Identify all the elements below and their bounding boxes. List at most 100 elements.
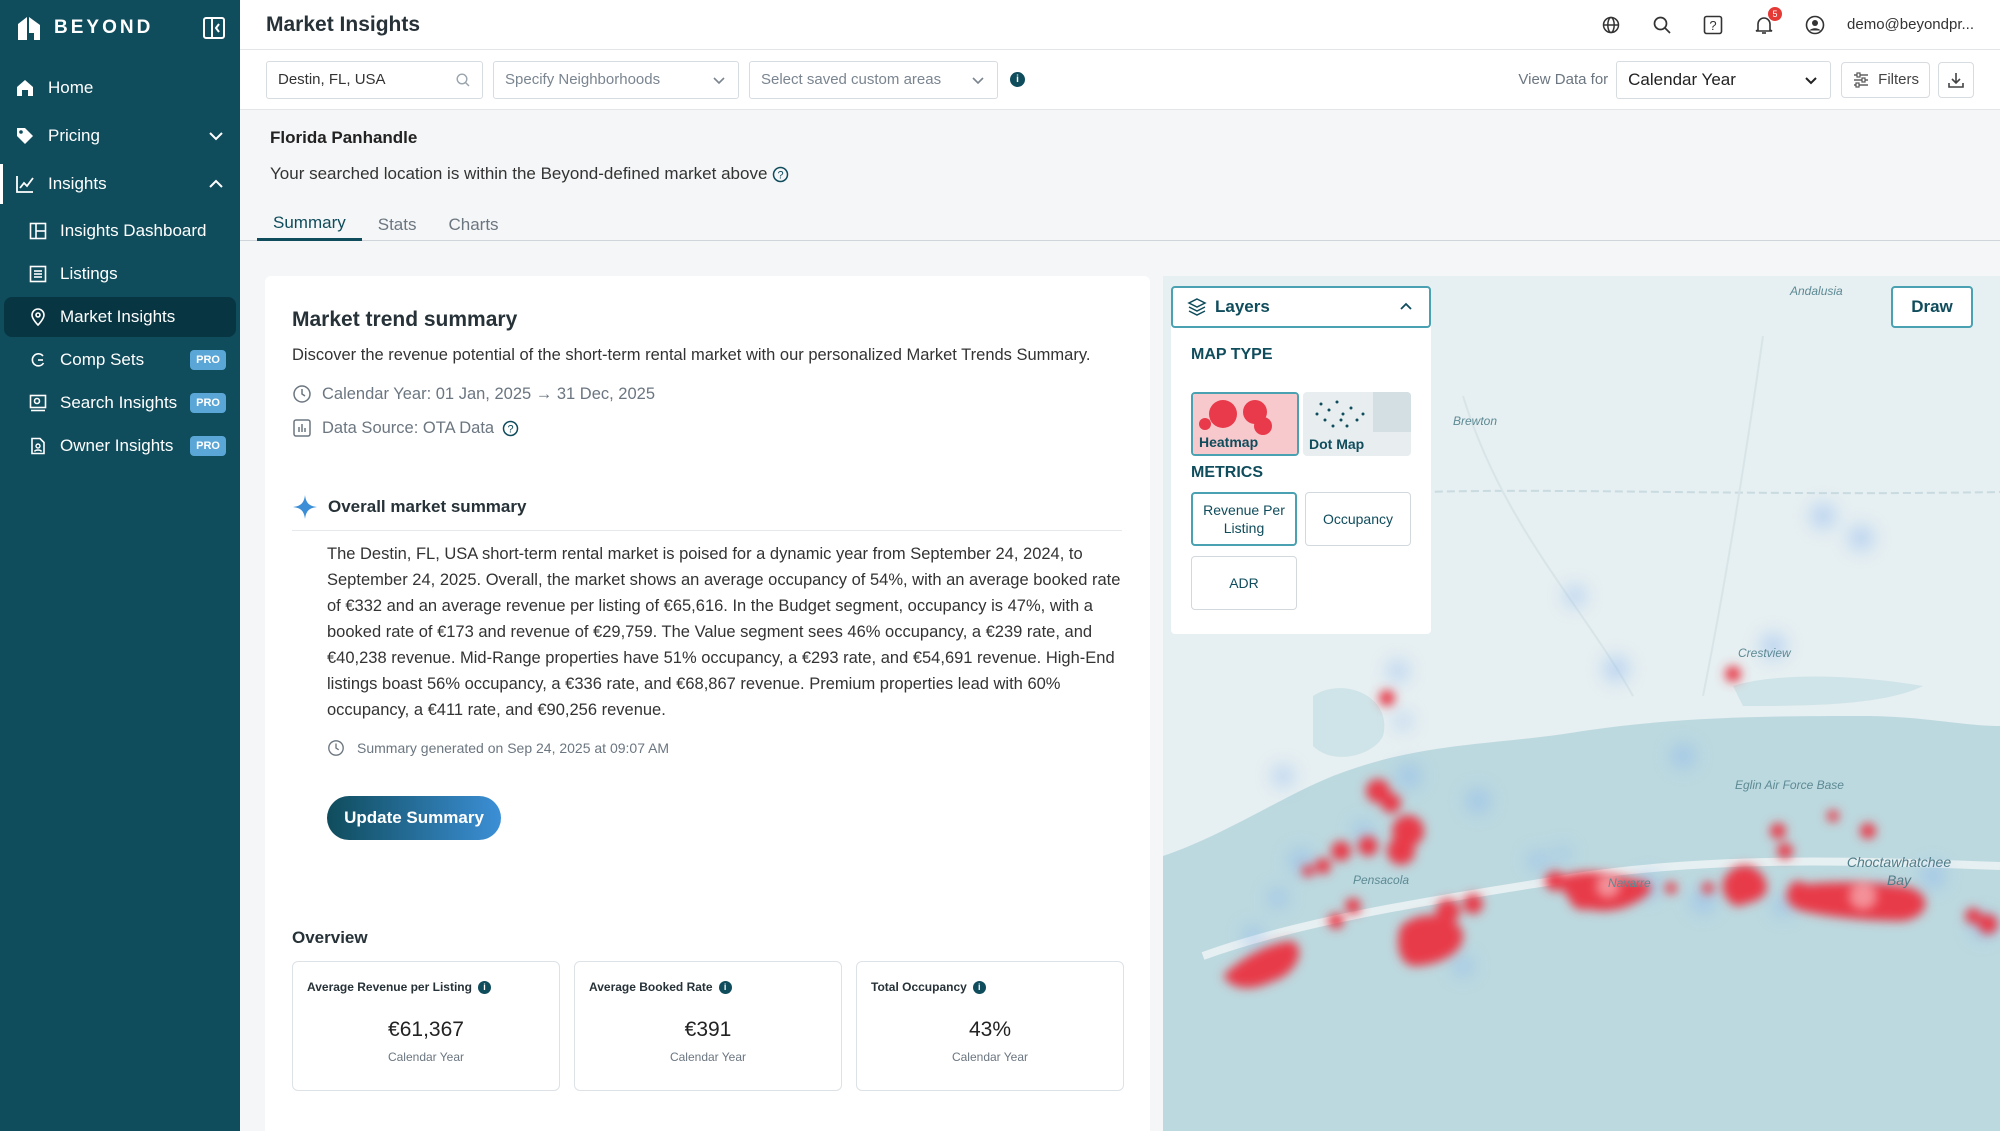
sidebar-item-listings[interactable]: Listings xyxy=(4,254,236,294)
search-insights-icon xyxy=(28,393,48,413)
chevron-down-icon xyxy=(972,76,984,84)
user-avatar-icon[interactable] xyxy=(1803,13,1827,37)
map-label-choctawhatchee-bay: Choctawhatchee Bay xyxy=(1846,854,1952,888)
market-header: Florida Panhandle Your searched location… xyxy=(270,128,789,184)
user-email[interactable]: demo@beyondpr... xyxy=(1847,16,1974,33)
market-name: Florida Panhandle xyxy=(270,128,418,147)
sidebar-item-market-insights[interactable]: Market Insights xyxy=(4,297,236,337)
search-icon[interactable] xyxy=(1650,13,1674,37)
view-data-label: View Data for xyxy=(1518,71,1609,88)
kpi-value: €391 xyxy=(684,1018,732,1041)
notification-count-badge: 5 xyxy=(1768,6,1783,21)
layers-label: Layers xyxy=(1215,297,1270,316)
sidebar-item-owner-insights[interactable]: Owner Insights PRO xyxy=(4,426,236,466)
tab-summary[interactable]: Summary xyxy=(257,208,362,241)
sidebar-item-insights-dashboard[interactable]: Insights Dashboard xyxy=(4,211,236,251)
sidebar-item-label: Search Insights xyxy=(60,393,178,412)
kpi-subtitle: Calendar Year xyxy=(387,1050,465,1064)
location-pin-icon xyxy=(28,307,48,327)
sidebar-item-label: Owner Insights xyxy=(60,436,174,455)
map-label-navarre: Navarre xyxy=(1608,876,1651,890)
sidebar-item-pricing[interactable]: Pricing xyxy=(0,112,240,160)
price-tag-icon xyxy=(14,125,36,147)
sidebar-item-search-insights[interactable]: Search Insights PRO xyxy=(4,383,236,423)
summary-generated-text: Summary generated on Sep 24, 2025 at 09:… xyxy=(357,740,670,756)
neighborhoods-placeholder: Specify Neighborhoods xyxy=(505,71,661,88)
period-select[interactable]: Calendar Year xyxy=(1616,60,1832,99)
map-type-label: MAP TYPE xyxy=(1191,346,1273,363)
sidebar-item-label: Listings xyxy=(60,264,118,283)
chevron-down-icon xyxy=(209,132,223,141)
svg-text:?: ? xyxy=(1709,18,1716,33)
location-value: Destin, FL, USA xyxy=(278,71,386,88)
notification-bell-icon[interactable]: 5 xyxy=(1752,6,1783,37)
sidebar-item-label: Pricing xyxy=(48,126,100,145)
question-circle-icon[interactable]: ? xyxy=(772,166,789,183)
tab-bar: Summary Stats Charts xyxy=(240,208,2000,241)
tab-stats[interactable]: Stats xyxy=(362,208,433,241)
kpi-value: €61,367 xyxy=(388,1018,464,1041)
location-search-input[interactable]: Destin, FL, USA xyxy=(266,60,483,99)
collapse-sidebar-icon[interactable] xyxy=(202,16,226,40)
market-note: Your searched location is within the Bey… xyxy=(270,164,789,184)
filters-label: Filters xyxy=(1878,71,1919,88)
pro-badge: PRO xyxy=(190,436,226,456)
layers-toggle[interactable]: Layers xyxy=(1171,286,1431,328)
market-note-text: Your searched location is within the Bey… xyxy=(270,164,768,183)
overview-title: Overview xyxy=(292,928,368,947)
kpi-label: Average Booked Rate xyxy=(589,980,713,994)
sidebar-item-insights[interactable]: Insights xyxy=(0,160,240,208)
globe-icon[interactable] xyxy=(1599,13,1623,37)
question-circle-icon[interactable]: ? xyxy=(502,420,519,437)
sidebar-item-comp-sets[interactable]: Comp Sets PRO xyxy=(4,340,236,380)
sidebar-item-label: Comp Sets xyxy=(60,350,145,369)
kpi-label: Average Revenue per Listing xyxy=(307,980,472,994)
tab-charts[interactable]: Charts xyxy=(432,208,514,241)
sliders-icon xyxy=(1854,71,1869,88)
summary-source-text: Data Source: OTA Data xyxy=(322,418,495,437)
metric-occupancy[interactable]: Occupancy xyxy=(1305,492,1411,546)
info-icon[interactable]: i xyxy=(1010,72,1025,87)
overall-market-summary-heading: Overall market summary xyxy=(292,494,1122,531)
map-type-heatmap[interactable]: Heatmap xyxy=(1191,392,1299,456)
filters-button[interactable]: Filters xyxy=(1841,61,1930,98)
kpi-subtitle: Calendar Year xyxy=(951,1050,1029,1064)
sparkle-icon xyxy=(293,495,317,519)
kpi-value: 43% xyxy=(968,1018,1012,1041)
draw-button[interactable]: Draw xyxy=(1891,286,1973,328)
metric-revenue-per-listing[interactable]: Revenue Per Listing xyxy=(1191,492,1297,546)
owner-document-icon xyxy=(28,436,48,456)
info-icon[interactable]: i xyxy=(718,980,732,994)
brand-name: BEYOND xyxy=(54,17,154,38)
download-icon xyxy=(1948,72,1964,88)
clock-icon xyxy=(293,385,311,403)
map-label-crestview: Crestview xyxy=(1738,646,1791,660)
kpi-subtitle: Calendar Year xyxy=(669,1050,747,1064)
help-icon[interactable]: ? xyxy=(1701,13,1725,37)
filter-bar: Destin, FL, USA Specify Neighborhoods Se… xyxy=(240,50,2000,110)
info-icon[interactable]: i xyxy=(477,980,491,994)
metric-adr[interactable]: ADR xyxy=(1191,556,1297,610)
neighborhoods-select[interactable]: Specify Neighborhoods xyxy=(493,60,739,99)
comp-sets-icon xyxy=(28,350,48,370)
chevron-up-icon xyxy=(209,179,223,188)
period-value: Calendar Year xyxy=(1628,69,1736,89)
svg-text:?: ? xyxy=(508,423,514,435)
download-button[interactable] xyxy=(1938,61,1974,98)
sidebar-item-home[interactable]: Home xyxy=(0,64,240,112)
custom-areas-select[interactable]: Select saved custom areas xyxy=(749,60,998,99)
layers-icon xyxy=(1187,298,1207,316)
summary-source: Data Source: OTA Data ? xyxy=(292,418,519,438)
map-label-eglin-afb: Eglin Air Force Base xyxy=(1735,778,1844,792)
kpi-card-booked-rate: Average Booked Rate i €391 Calendar Year xyxy=(574,961,842,1091)
map-label-pensacola: Pensacola xyxy=(1353,873,1410,887)
market-heatmap[interactable]: Andalusia Brewton Crestview Eglin Air Fo… xyxy=(1163,276,2000,1131)
map-type-dot-map[interactable]: Dot Map xyxy=(1303,392,1411,456)
summary-period: Calendar Year: 01 Jan, 2025 → 31 Dec, 20… xyxy=(292,384,655,404)
update-summary-button[interactable]: Update Summary xyxy=(327,796,501,840)
info-icon[interactable]: i xyxy=(972,980,986,994)
chevron-down-icon xyxy=(1805,76,1817,84)
pro-badge: PRO xyxy=(190,350,226,370)
dashboard-icon xyxy=(28,221,48,241)
summary-text: The Destin, FL, USA short-term rental ma… xyxy=(327,545,1121,719)
